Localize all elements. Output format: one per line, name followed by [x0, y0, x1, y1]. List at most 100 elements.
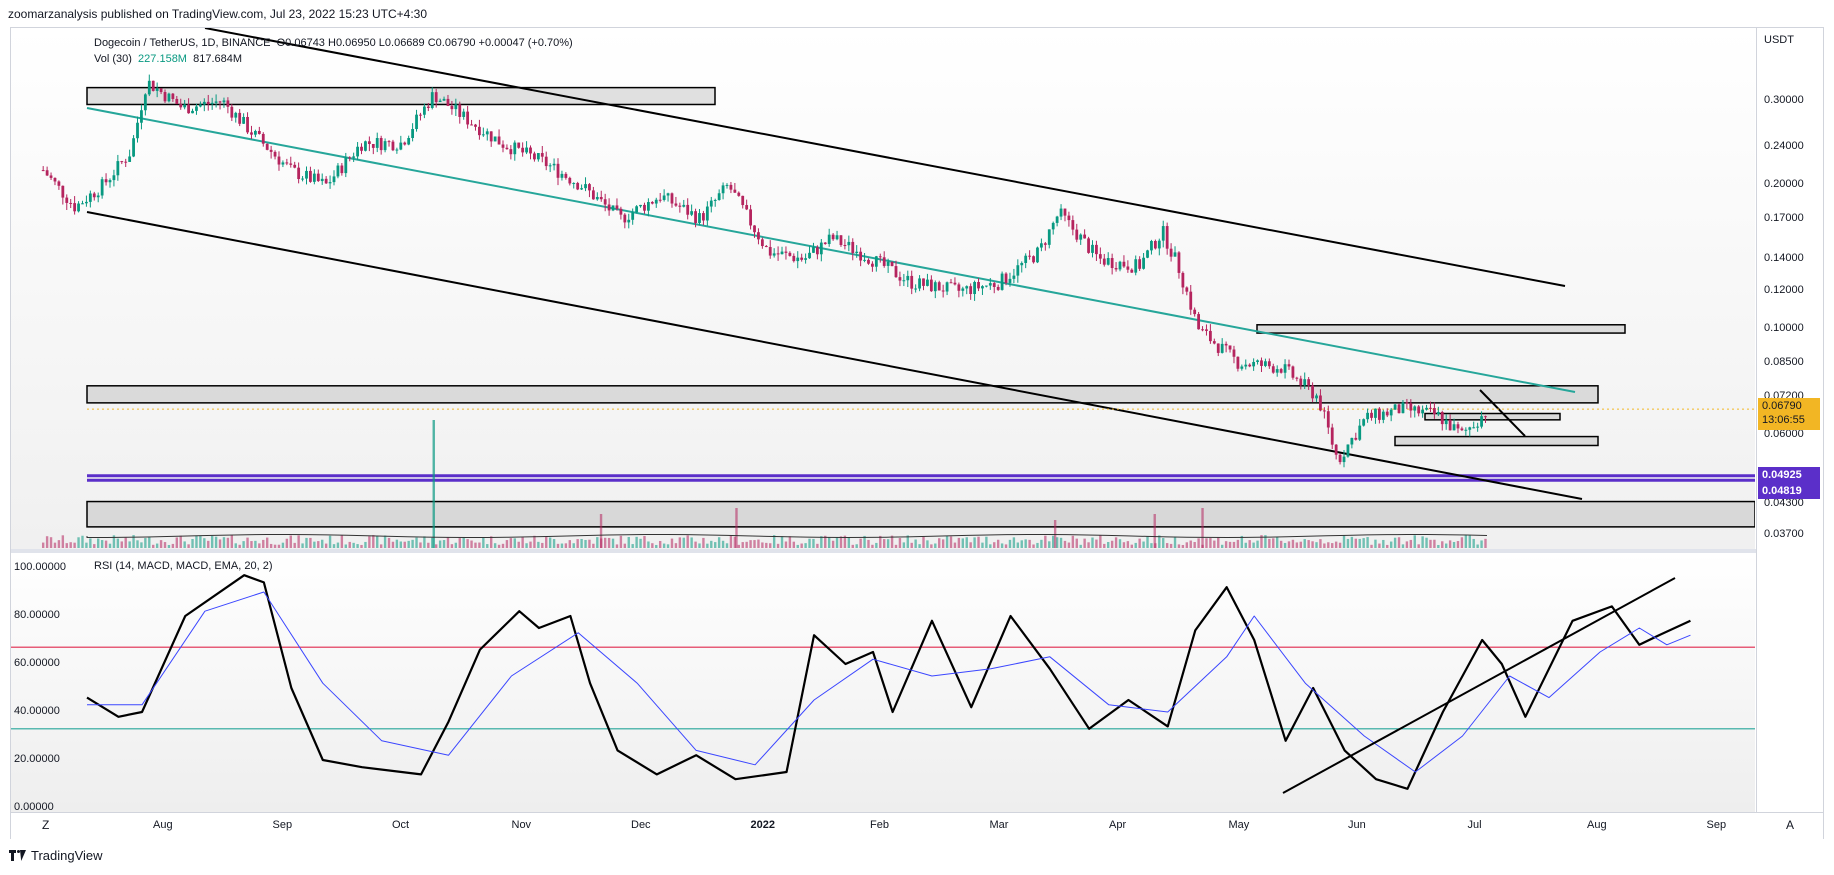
- volume-bar: [686, 535, 689, 548]
- volume-bar: [666, 544, 670, 548]
- volume-bar: [1177, 544, 1181, 548]
- candle-body: [674, 203, 678, 206]
- volume-bar: [1059, 537, 1063, 548]
- volume-bar: [545, 536, 548, 548]
- candle-body: [882, 257, 886, 266]
- rsi-trendline: [1282, 577, 1676, 794]
- candle-body: [1244, 364, 1248, 367]
- price-layer: [41, 28, 1755, 548]
- legend-high: H0.06950: [328, 37, 376, 49]
- volume-bar: [525, 543, 528, 548]
- candle-body: [155, 88, 159, 91]
- candle-body: [167, 93, 171, 102]
- volume-bar: [1107, 541, 1110, 548]
- volume-bar: [108, 543, 112, 548]
- volume-bar: [772, 535, 776, 548]
- time-axis-left-button[interactable]: Z: [42, 818, 49, 832]
- footer-brand[interactable]: TradingView: [31, 848, 103, 863]
- candle-body: [871, 263, 874, 267]
- volume-bar: [191, 538, 194, 548]
- candle-body: [1043, 243, 1047, 245]
- volume-bar: [387, 537, 391, 548]
- volume-bar: [1165, 543, 1169, 548]
- volume-bar: [1016, 542, 1020, 548]
- candle-body: [238, 112, 242, 124]
- candle-body: [965, 286, 969, 289]
- volume-bar: [313, 541, 316, 548]
- candle-body: [611, 205, 615, 211]
- volume-bar: [81, 535, 84, 548]
- candle-body: [540, 153, 544, 157]
- volume-bar: [360, 544, 363, 548]
- time-tick-label: Jun: [1348, 819, 1366, 831]
- candle-body: [297, 167, 301, 180]
- volume-bar: [977, 536, 980, 548]
- volume-bar: [938, 538, 941, 548]
- volume-bar: [1048, 541, 1051, 548]
- candle-body: [768, 246, 772, 256]
- candle-body: [737, 192, 741, 196]
- volume-bar: [265, 537, 269, 548]
- candle-body: [1189, 291, 1193, 310]
- volume-bar: [702, 537, 705, 548]
- candle-body: [1181, 272, 1185, 288]
- candle-body: [776, 253, 780, 255]
- volume-value: 227.158M: [138, 53, 187, 65]
- candle-body: [576, 183, 580, 190]
- candle-body: [466, 111, 470, 125]
- volume-bar: [1256, 540, 1259, 548]
- volume-bar: [458, 538, 461, 548]
- candle-body: [434, 92, 438, 103]
- volume-bar: [662, 543, 666, 548]
- candle-body: [650, 202, 654, 204]
- candle-body: [670, 193, 674, 204]
- volume-bar: [159, 540, 163, 548]
- volume-bar: [1000, 543, 1004, 548]
- volume-bar: [1295, 542, 1299, 548]
- volume-bar: [1213, 540, 1216, 548]
- rsi-legend[interactable]: RSI (14, MACD, MACD, EMA, 20, 2): [94, 560, 272, 572]
- volume-bar: [1405, 541, 1409, 548]
- time-tick-label: May: [1228, 819, 1250, 831]
- volume-spike-bar: [599, 514, 603, 548]
- candle-body: [265, 143, 269, 150]
- volume-bar: [423, 536, 426, 548]
- candle-body: [627, 219, 631, 223]
- price-tick-label: 0.12000: [1764, 284, 1804, 297]
- level-tag-upper: 0.04925: [1758, 467, 1820, 483]
- rsi-tick-label: 100.00000: [14, 561, 66, 573]
- candle-body: [1138, 259, 1142, 269]
- candle-body: [815, 247, 819, 255]
- candle-body: [218, 101, 222, 103]
- volume-bar: [246, 537, 249, 548]
- volume-bar: [898, 538, 902, 548]
- legend-symbol[interactable]: Dogecoin / TetherUS, 1D, BINANCE: [94, 37, 270, 49]
- candle-body: [391, 141, 395, 151]
- volume-bar: [1421, 536, 1424, 548]
- volume-bar: [576, 539, 579, 548]
- volume-bar: [321, 539, 324, 548]
- rsi-tick-label: 40.00000: [14, 705, 60, 717]
- candle-body: [544, 156, 548, 167]
- volume-bar: [1205, 538, 1208, 548]
- candle-body: [230, 106, 234, 118]
- candle-body: [525, 147, 528, 153]
- volume-bar: [1095, 539, 1098, 548]
- volume-bar: [1248, 540, 1251, 548]
- candle-body: [772, 253, 776, 256]
- candle-body: [867, 259, 870, 264]
- volume-bar: [179, 535, 182, 548]
- rsi-tick-label: 80.00000: [14, 609, 60, 621]
- candle-body: [41, 170, 45, 172]
- auto-scale-button[interactable]: A: [1786, 818, 1794, 832]
- volume-label[interactable]: Vol (30): [94, 53, 132, 65]
- volume-bar: [655, 544, 658, 548]
- volume-bar: [446, 537, 450, 548]
- candle-body: [808, 252, 811, 259]
- volume-bar: [749, 540, 752, 548]
- volume-bar: [1291, 539, 1295, 548]
- candle-body: [128, 156, 132, 162]
- time-tick-label: Sep: [272, 819, 293, 831]
- candle-body: [1295, 377, 1299, 379]
- volume-bar: [1331, 543, 1334, 548]
